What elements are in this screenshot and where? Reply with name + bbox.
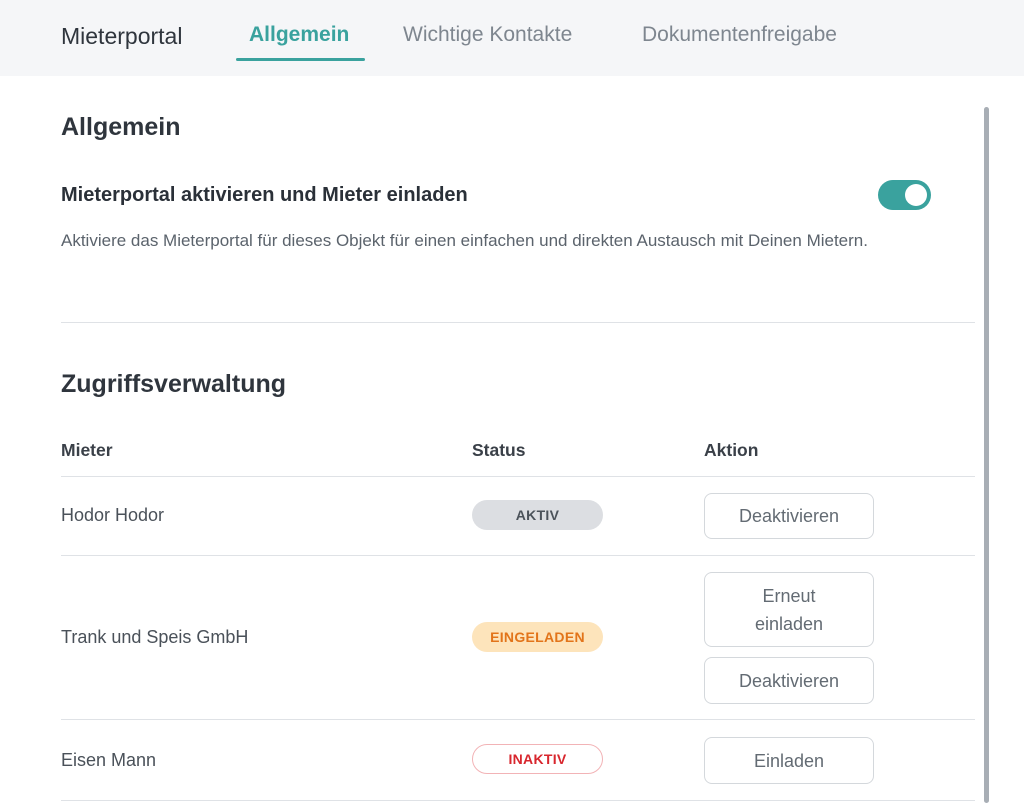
toggle-knob <box>905 184 927 206</box>
top-navigation: Mieterportal Allgemein Wichtige Kontakte… <box>0 0 1024 76</box>
table-header-divider <box>61 476 975 477</box>
brand-title: Mieterportal <box>61 23 183 49</box>
tab-dokumentenfreigabe[interactable]: Dokumentenfreigabe <box>642 23 837 47</box>
tenant-name: Eisen Mann <box>61 750 157 770</box>
column-header-action: Aktion <box>704 440 759 460</box>
section-divider <box>61 322 975 323</box>
active-tab-indicator <box>236 58 365 61</box>
enable-portal-toggle[interactable] <box>878 180 931 210</box>
tab-allgemein[interactable]: Allgemein <box>249 23 349 47</box>
deactivate-button[interactable]: Deaktivieren <box>704 493 874 539</box>
tenant-name: Trank und Speis GmbH <box>61 627 249 647</box>
tab-wichtige-kontakte[interactable]: Wichtige Kontakte <box>403 23 572 47</box>
row-divider <box>61 719 975 720</box>
status-badge: AKTIV <box>472 500 603 530</box>
invite-button[interactable]: Einladen <box>704 737 874 784</box>
status-badge: INAKTIV <box>472 744 603 774</box>
row-divider <box>61 555 975 556</box>
reinvite-button[interactable]: Erneut einladen <box>704 572 874 647</box>
vertical-scrollbar[interactable] <box>984 107 989 803</box>
setting-description: Aktiviere das Mieterportal für dieses Ob… <box>61 231 868 250</box>
column-header-tenant: Mieter <box>61 440 113 460</box>
row-divider <box>61 800 975 801</box>
status-badge: EINGELADEN <box>472 622 603 652</box>
deactivate-button[interactable]: Deaktivieren <box>704 657 874 704</box>
column-header-status: Status <box>472 440 526 460</box>
tenant-name: Hodor Hodor <box>61 505 165 525</box>
setting-title: Mieterportal aktivieren und Mieter einla… <box>61 184 468 206</box>
section-heading-general: Allgemein <box>61 113 181 141</box>
section-heading-access: Zugriffsverwaltung <box>61 370 287 398</box>
